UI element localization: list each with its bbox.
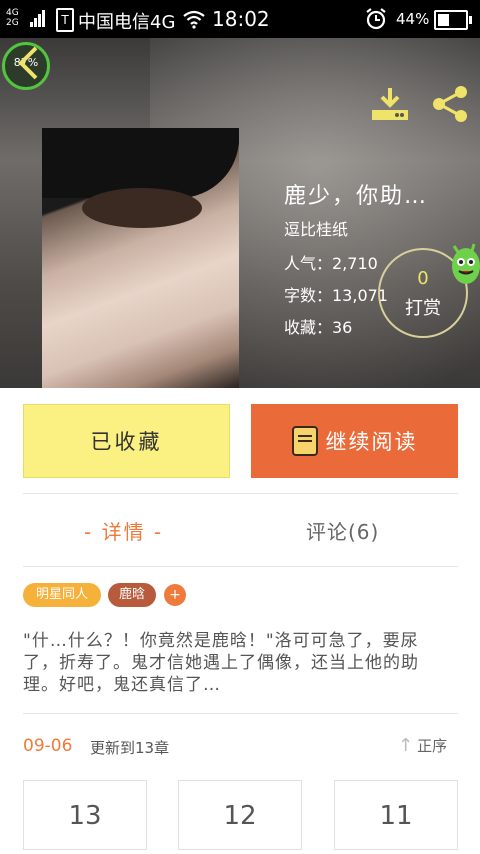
book-icon: [291, 426, 318, 456]
back-button[interactable]: [16, 46, 40, 80]
status-bar: 4G 2G T 中国电信4G 18:02 44%: [0, 0, 480, 38]
network-bottom-label: 2G: [6, 18, 19, 28]
clock-time: 18:02: [212, 7, 270, 31]
book-cover-image: [42, 128, 239, 388]
chapter-button[interactable]: 13: [23, 780, 147, 850]
chapter-button[interactable]: 11: [334, 780, 458, 850]
carrier-label: 中国电信4G: [78, 12, 176, 33]
signal-icon: [30, 9, 48, 27]
sim-icon: T: [56, 8, 74, 32]
book-author[interactable]: 逗比桂纸: [284, 216, 348, 240]
wifi-icon: [183, 10, 205, 29]
chevron-left-icon: [18, 46, 38, 80]
tag-category[interactable]: 明星同人: [23, 583, 101, 607]
favorites-stat: 收藏：36: [284, 318, 353, 337]
tab-detail[interactable]: - 详情 -: [84, 516, 163, 545]
book-title: 鹿少，你助…: [284, 184, 429, 209]
tab-comments[interactable]: 评论(6): [306, 516, 379, 545]
reward-label: 打赏: [405, 298, 441, 319]
divider: [23, 566, 458, 567]
chapter-button[interactable]: 12: [178, 780, 302, 850]
sort-order-label: 正序: [417, 737, 448, 755]
network-top-label: 4G: [6, 8, 19, 18]
arrow-up-icon: ↑: [398, 735, 414, 756]
mascot-icon: [452, 243, 480, 284]
tag-person[interactable]: 鹿晗: [108, 583, 156, 607]
download-icon[interactable]: [370, 86, 410, 122]
continue-reading-label: 继续阅读: [325, 430, 418, 454]
battery-percent: 44%: [396, 10, 430, 28]
continue-reading-button[interactable]: 继续阅读: [251, 404, 458, 478]
battery-icon: [434, 10, 472, 30]
alarm-icon: [366, 8, 386, 30]
collected-label: 已收藏: [90, 430, 163, 454]
popularity-stat: 人气：2,710: [284, 254, 378, 273]
book-description[interactable]: "什…什么？！你竟然是鹿晗！"洛可可急了，要尿了，折寿了。鬼才信她遇上了偶像，还…: [23, 630, 443, 696]
update-status: 更新到13章: [90, 739, 170, 757]
divider: [23, 713, 458, 714]
sort-order-toggle[interactable]: ↑ 正序: [398, 735, 447, 756]
share-icon[interactable]: [430, 84, 470, 124]
divider: [23, 493, 458, 494]
add-tag-button[interactable]: +: [164, 584, 186, 606]
word-count-stat: 字数：13,071: [284, 286, 388, 305]
update-date: 09-06: [23, 736, 73, 756]
battery-fill: [438, 14, 449, 26]
network-type-indicator: 4G 2G: [6, 8, 19, 28]
collected-button[interactable]: 已收藏: [23, 404, 230, 478]
